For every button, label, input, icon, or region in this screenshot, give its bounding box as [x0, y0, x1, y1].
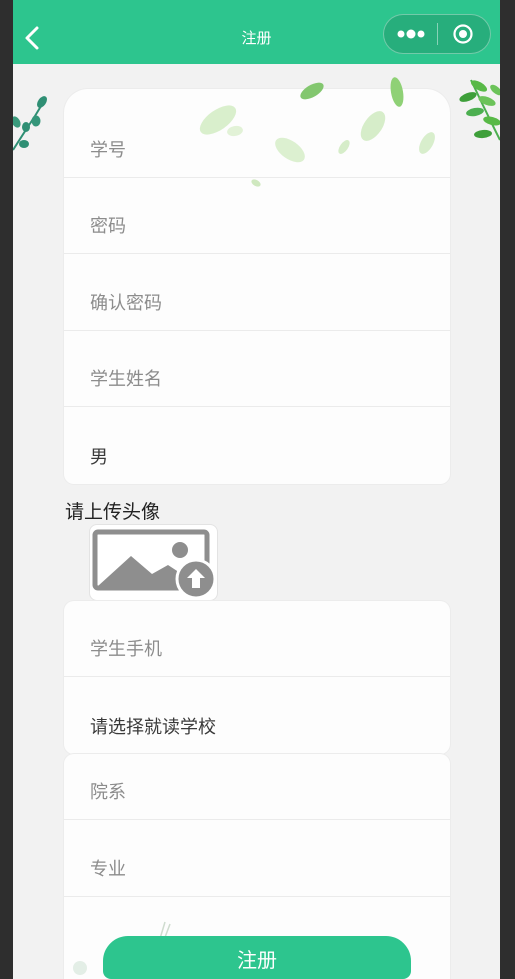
- phone-input[interactable]: [90, 639, 420, 661]
- target-circle-icon: [453, 24, 473, 44]
- more-button[interactable]: [390, 19, 436, 49]
- form-row: [64, 754, 450, 820]
- menu-capsule: [383, 14, 491, 54]
- more-dots-icon: [397, 29, 425, 39]
- account-form-card: 男: [64, 89, 450, 484]
- form-row: 请选择就读学校: [64, 677, 450, 754]
- form-row: [64, 331, 450, 407]
- close-miniprogram-button[interactable]: [442, 19, 486, 49]
- avatar-label: 请上传头像: [65, 501, 161, 523]
- image-upload-icon: [92, 529, 217, 600]
- form-row: [64, 254, 450, 331]
- form-row: [64, 89, 450, 178]
- password-input[interactable]: [90, 216, 420, 238]
- navigation-bar: 注册: [13, 0, 500, 64]
- capsule-divider: [437, 23, 438, 45]
- form-row: [64, 601, 450, 677]
- contact-form-card: 请选择就读学校: [64, 601, 450, 754]
- major-input[interactable]: [90, 859, 420, 881]
- fern-top-right: [459, 79, 500, 141]
- phone-screen: 注册 学号 学生姓名 男 请上传头像 学生手机 请选择就读学校 院系 专业 注册: [13, 0, 500, 979]
- avatar-upload-button[interactable]: [89, 524, 218, 601]
- form-row: [64, 178, 450, 254]
- student-name-input[interactable]: [90, 369, 420, 391]
- gender-picker[interactable]: 男: [90, 447, 420, 469]
- student-id-input[interactable]: [90, 140, 420, 162]
- branch-top-left: [13, 96, 47, 151]
- school-picker[interactable]: 请选择就读学校: [90, 717, 420, 739]
- form-row: 男: [64, 407, 450, 484]
- register-button[interactable]: 注册: [103, 936, 411, 979]
- department-input[interactable]: [90, 782, 420, 804]
- form-row: [64, 820, 450, 897]
- confirm-password-input[interactable]: [90, 293, 420, 315]
